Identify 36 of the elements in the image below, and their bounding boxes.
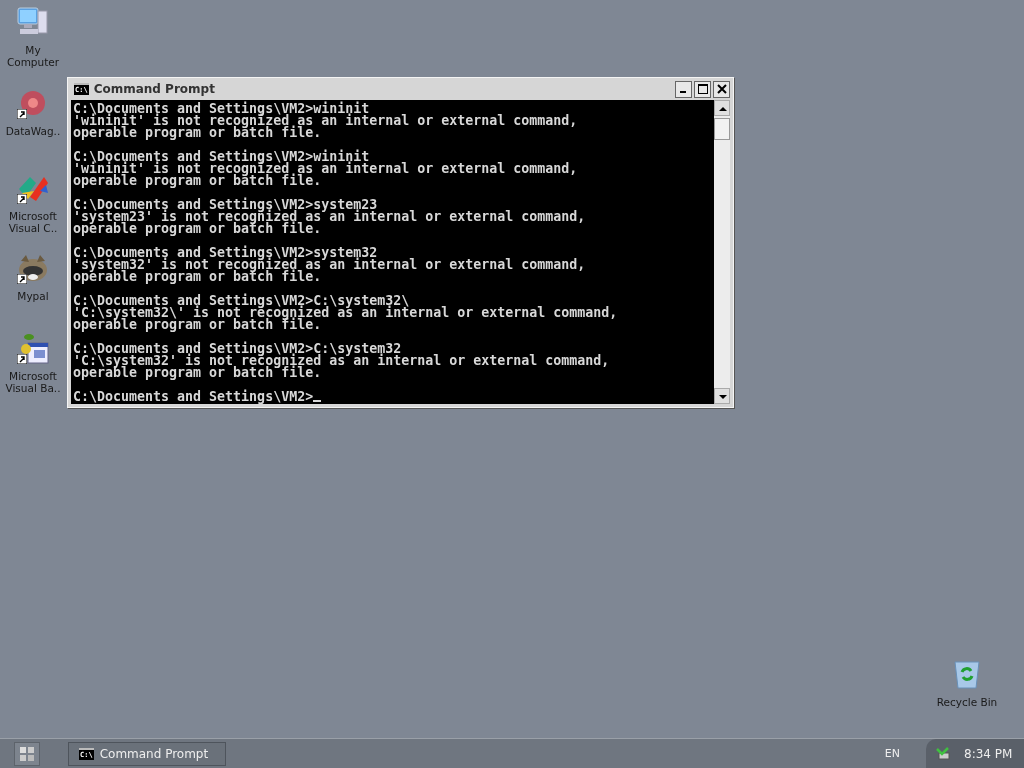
console-line: operable program or batch file. [73, 271, 322, 283]
close-button[interactable] [713, 80, 730, 98]
vertical-scrollbar[interactable] [714, 100, 730, 404]
close-icon [716, 84, 727, 94]
desktop-icon-label[interactable]: Mypal [17, 290, 49, 302]
start-button[interactable] [14, 741, 40, 766]
console-line: 'C:\system32\' is not recognized as an internal or external command, [73, 307, 618, 319]
desktop-icon-label[interactable]: DataWag.. [5, 125, 61, 137]
console-line: C:\Documents and Settings\VM2> [73, 391, 314, 403]
console-line: 'system23' is not recognized as an internal or external command, [73, 211, 586, 223]
desktop-icon-label[interactable]: Microsoft Visual C.. [2, 210, 64, 234]
console-line: C:\Documents and Settings\VM2>wininit [73, 103, 370, 115]
scroll-down-icon[interactable] [714, 388, 730, 404]
console-line: C:\Documents and Settings\VM2>system32 [73, 247, 378, 259]
console-line: 'C:\system32' is not recognized as an internal or external command, [73, 355, 610, 367]
console-line: operable program or batch file. [73, 367, 322, 379]
minimize-button[interactable] [675, 80, 692, 98]
network-icon[interactable] [936, 746, 950, 761]
console-line: C:\Documents and Settings\VM2>wininit [73, 151, 370, 163]
maximize-icon [697, 84, 708, 94]
console-line: 'system32' is not recognized as an internal or external command, [73, 259, 586, 271]
grid-icon [20, 746, 34, 761]
desktop-icon-label[interactable]: Recycle Bin [936, 696, 998, 708]
desktop-icon-label[interactable]: My Computer [2, 44, 64, 68]
console-line: operable program or batch file. [73, 223, 322, 235]
console-line: operable program or batch file. [73, 127, 322, 139]
console-line: operable program or batch file. [73, 175, 322, 187]
console-line: operable program or batch file. [73, 319, 322, 331]
console-line: C:\Documents and Settings\VM2>system23 [73, 199, 378, 211]
scroll-up-icon[interactable] [714, 100, 730, 116]
window-title: Command Prompt [93, 82, 215, 96]
language-indicator[interactable]: EN [884, 747, 900, 760]
maximize-button[interactable] [694, 80, 711, 98]
desktop-icon-label[interactable]: Microsoft Visual Ba.. [2, 370, 64, 394]
clock[interactable]: 8:34 PM [964, 746, 1013, 761]
scrollbar-thumb[interactable] [714, 118, 730, 140]
